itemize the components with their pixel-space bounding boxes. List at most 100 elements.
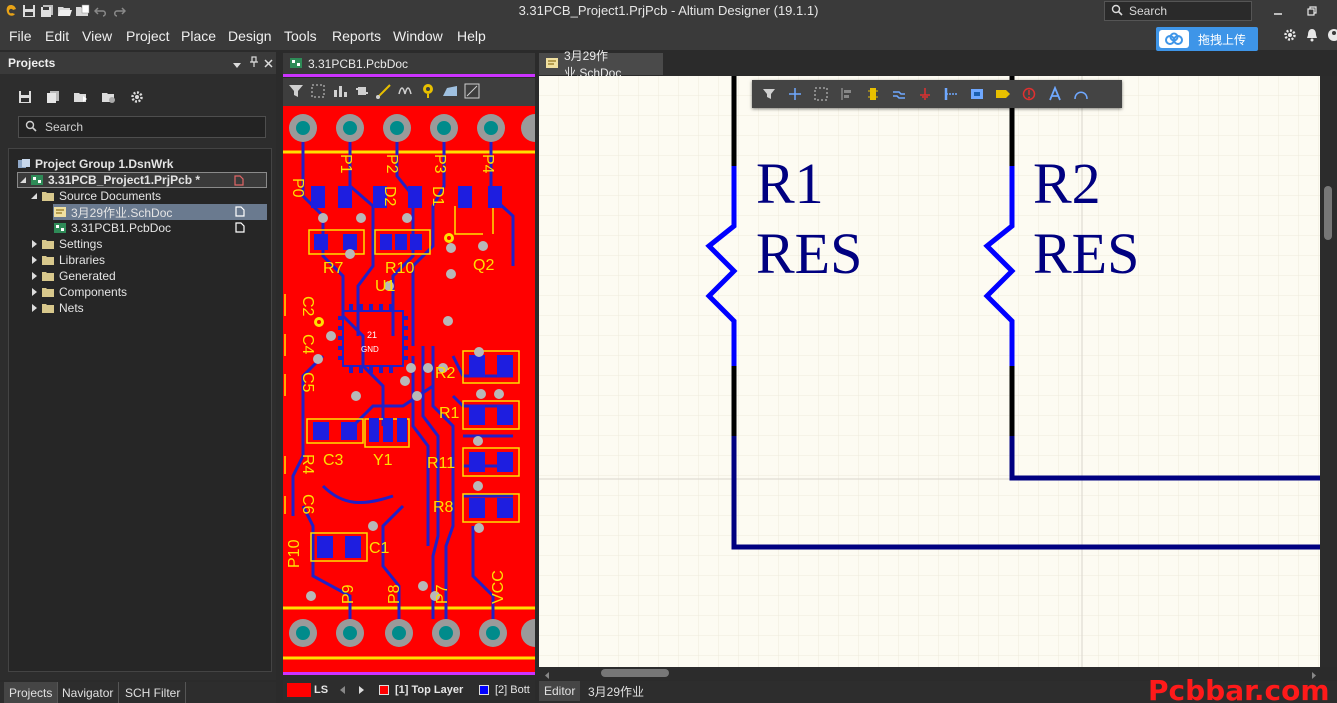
panel-pin-icon[interactable] <box>249 56 259 71</box>
tree-item-settings[interactable]: Settings <box>29 236 102 252</box>
pcb-filter-icon[interactable] <box>287 82 305 103</box>
tree-item-source-documents[interactable]: Source Documents <box>29 188 161 204</box>
sch-place-part-icon[interactable] <box>862 83 884 105</box>
pcb-component-icon[interactable] <box>353 82 371 103</box>
pcb-interactive-tune-icon[interactable] <box>397 82 415 103</box>
tree-item-components[interactable]: Components <box>29 284 127 300</box>
schematic-canvas[interactable]: R1 RES R2 RES <box>539 76 1320 667</box>
menu-tools[interactable]: Tools <box>284 28 317 44</box>
sch-text-icon[interactable] <box>1044 83 1066 105</box>
open-folder-icon[interactable] <box>56 2 74 20</box>
tab-editor[interactable]: Editor <box>539 681 581 701</box>
panel-menu-chevron-down-icon[interactable] <box>233 58 241 72</box>
altium-window: 3.31PCB_Project1.PrjPcb - Altium Designe… <box>0 0 1337 703</box>
workspace-icon <box>17 158 31 170</box>
horizontal-scroll-thumb[interactable] <box>601 669 669 677</box>
pcb-dimension-icon[interactable] <box>463 82 481 103</box>
sch-move-crosshair-icon[interactable] <box>784 83 806 105</box>
tab-sch-filter[interactable]: SCH Filter <box>120 682 187 703</box>
project-folder-settings-icon[interactable] <box>98 87 120 107</box>
collapse-arrow-icon[interactable] <box>29 255 39 265</box>
expand-arrow-icon[interactable] <box>29 191 39 201</box>
pcb-label-r8: R8 <box>433 499 454 516</box>
sch-bus-icon[interactable] <box>940 83 962 105</box>
tree-item-libraries[interactable]: Libraries <box>29 252 105 268</box>
user-account-icon[interactable] <box>1327 28 1337 45</box>
menu-design[interactable]: Design <box>228 28 272 44</box>
layer-tab-bottom-layer[interactable]: [2] Bott <box>479 680 530 700</box>
tree-item-project[interactable]: 3.31PCB_Project1.PrjPcb * <box>17 172 267 188</box>
pcb-board-outline-top <box>283 74 535 77</box>
undo-icon[interactable] <box>92 2 110 20</box>
panel-settings-gear-icon[interactable] <box>126 87 148 107</box>
layer-tab-top-layer[interactable]: [1] Top Layer <box>379 680 463 700</box>
tree-item-project-group[interactable]: Project Group 1.DsnWrk <box>17 156 173 172</box>
tree-item-label: Libraries <box>59 253 106 267</box>
schematic-active-bar <box>752 80 1122 108</box>
tree-item-generated[interactable]: Generated <box>29 268 116 284</box>
open-document-icon[interactable] <box>74 2 92 20</box>
project-options-folder-icon[interactable] <box>70 87 92 107</box>
folder-icon <box>41 254 55 266</box>
tree-item-pcb-doc[interactable]: 3.31PCB1.PcbDoc <box>53 220 267 236</box>
collapse-arrow-icon[interactable] <box>29 271 39 281</box>
schematic-vertical-scrollbar[interactable] <box>1320 76 1337 667</box>
tab-sheet-name[interactable]: 3月29作业 <box>583 681 649 701</box>
menu-view[interactable]: View <box>82 28 112 44</box>
layer-set-button[interactable]: LS <box>287 680 328 700</box>
redo-icon[interactable] <box>110 2 128 20</box>
settings-gear-icon[interactable] <box>1283 28 1297 45</box>
sch-select-icon[interactable] <box>810 83 832 105</box>
sch-filter-icon[interactable] <box>758 83 780 105</box>
pcb-polygon-icon[interactable] <box>441 82 459 103</box>
pcb-select-icon[interactable] <box>309 82 327 103</box>
pcb-via-icon[interactable] <box>419 82 437 103</box>
layer-scroll-left-icon[interactable] <box>338 680 348 700</box>
collapse-arrow-icon[interactable] <box>29 303 39 313</box>
layer-scroll-right-icon[interactable] <box>356 680 366 700</box>
collapse-arrow-icon[interactable] <box>29 239 39 249</box>
save-all-icon[interactable] <box>38 2 56 20</box>
panel-close-icon[interactable] <box>264 57 273 71</box>
global-search-input[interactable]: Search <box>1104 1 1252 21</box>
sch-directive-icon[interactable] <box>1018 83 1040 105</box>
layer-set-label: LS <box>314 684 329 696</box>
menu-file[interactable]: File <box>9 28 32 44</box>
r1-comment: RES <box>756 221 862 286</box>
tree-item-sch-doc[interactable]: 3月29作业.SchDoc <box>53 204 267 220</box>
expand-arrow-icon[interactable] <box>18 175 28 185</box>
menu-reports[interactable]: Reports <box>332 28 381 44</box>
menu-help[interactable]: Help <box>457 28 486 44</box>
notifications-bell-icon[interactable] <box>1306 28 1318 45</box>
pcb-route-icon[interactable] <box>375 82 393 103</box>
menu-window[interactable]: Window <box>393 28 443 44</box>
pcb-canvas[interactable]: P0 P1 P2 P3 P4 D2 D1 R7 R10 Q2 U1 C2 C4 … <box>283 106 535 672</box>
compile-project-icon[interactable] <box>42 87 64 107</box>
projects-search-input[interactable]: Search <box>18 116 266 138</box>
tree-item-nets[interactable]: Nets <box>29 300 84 316</box>
vertical-scroll-thumb[interactable] <box>1324 186 1332 240</box>
minimize-button[interactable] <box>1266 2 1290 20</box>
sch-arc-icon[interactable] <box>1070 83 1092 105</box>
sch-power-port-icon[interactable] <box>914 83 936 105</box>
tab-pcb-document[interactable]: 3.31PCB1.PcbDoc <box>283 53 535 75</box>
pcb-align-icon[interactable] <box>331 82 349 103</box>
drag-upload-button[interactable]: 拖拽上传 <box>1156 27 1258 51</box>
collapse-arrow-icon[interactable] <box>29 287 39 297</box>
restore-button[interactable] <box>1300 2 1324 20</box>
menu-edit[interactable]: Edit <box>45 28 69 44</box>
save-project-icon[interactable] <box>14 87 36 107</box>
projects-panel-header: Projects <box>0 52 276 74</box>
tab-sch-document[interactable]: 3月29作业.SchDoc <box>539 49 663 80</box>
menu-place[interactable]: Place <box>181 28 216 44</box>
tab-navigator[interactable]: Navigator <box>57 682 120 703</box>
pcb-label-d2: D2 <box>381 186 398 207</box>
menu-project[interactable]: Project <box>126 28 170 44</box>
sch-wire-icon[interactable] <box>888 83 910 105</box>
save-icon[interactable] <box>20 2 38 20</box>
schematic-document-icon <box>545 57 559 72</box>
sch-port-icon[interactable] <box>992 83 1014 105</box>
sch-align-icon[interactable] <box>836 83 858 105</box>
tab-projects[interactable]: Projects <box>4 682 59 703</box>
sch-sheet-symbol-icon[interactable] <box>966 83 988 105</box>
